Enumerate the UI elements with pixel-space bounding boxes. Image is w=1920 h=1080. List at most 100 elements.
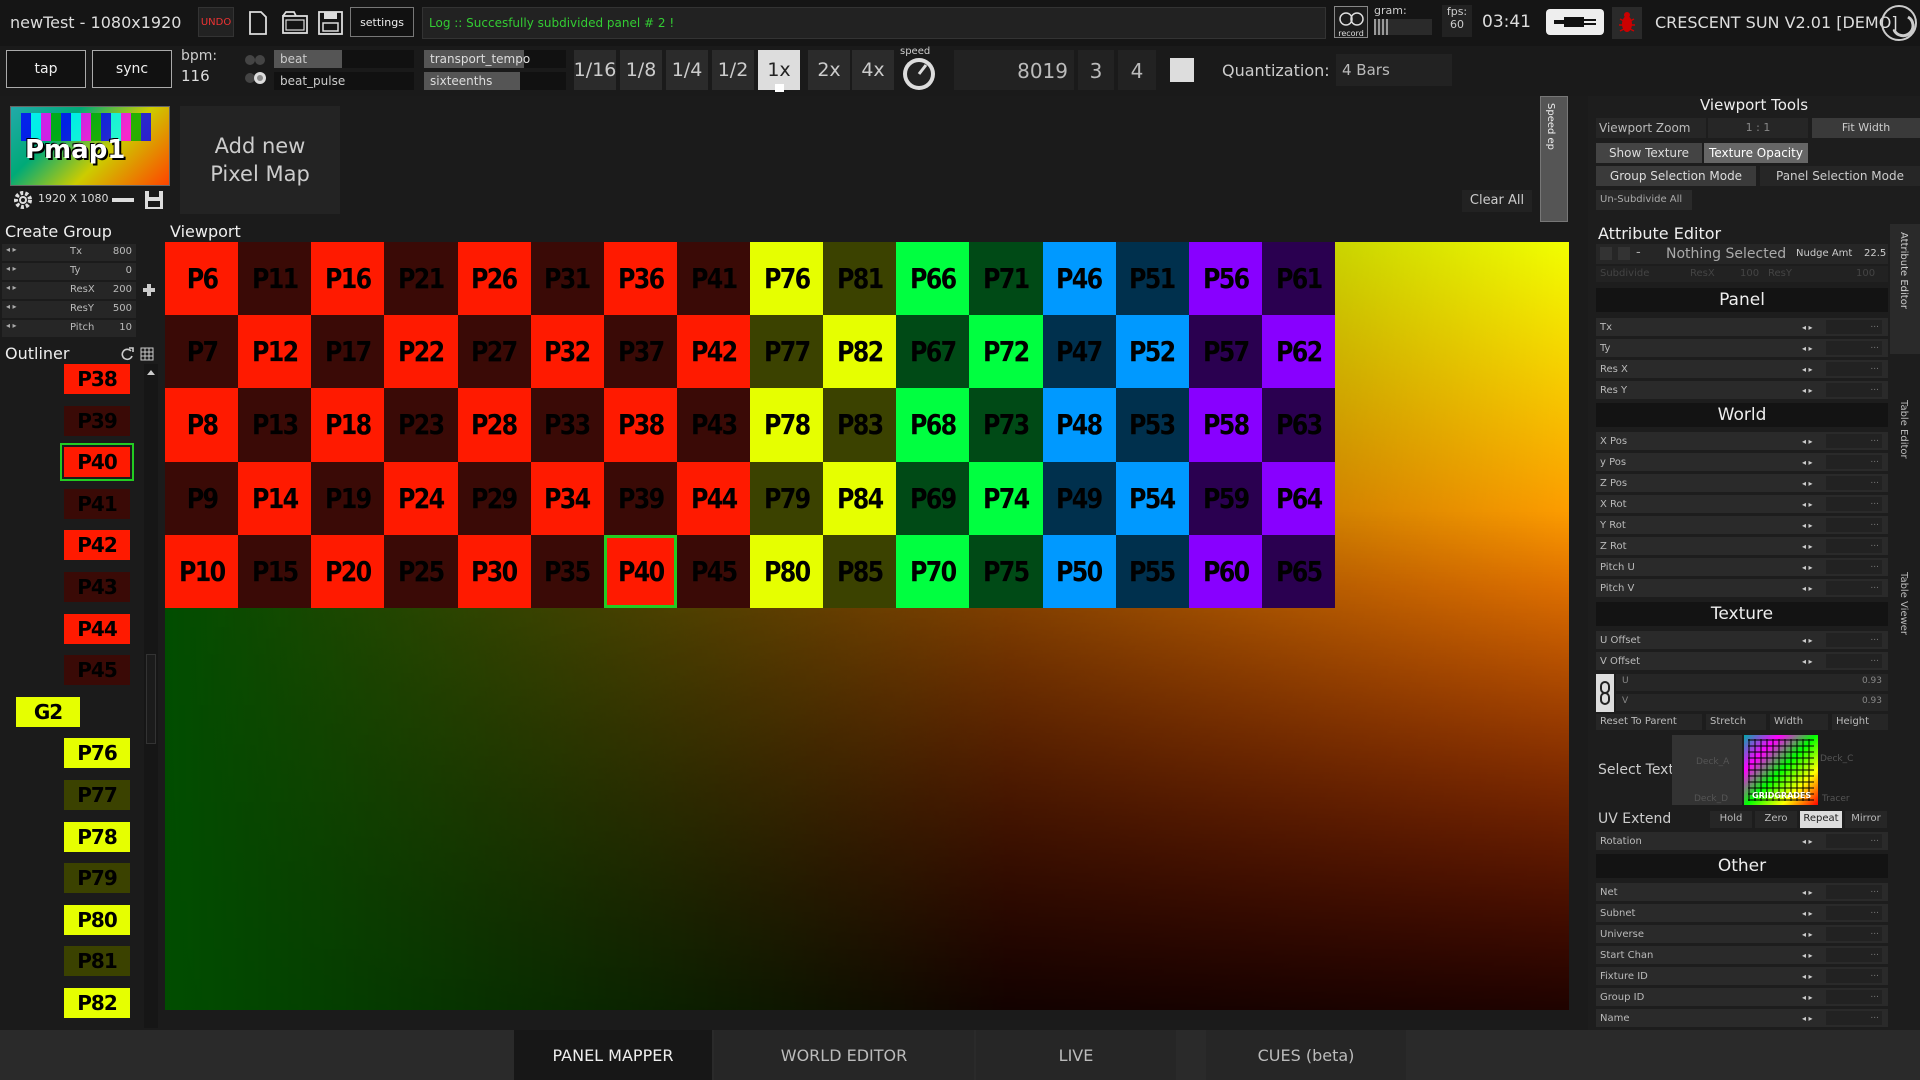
outliner-panel-item[interactable]: P82 xyxy=(64,988,130,1018)
clear-all-button[interactable]: Clear All xyxy=(1462,190,1532,212)
settings-button[interactable]: settings xyxy=(350,7,414,37)
panel-cell[interactable]: P10 xyxy=(165,534,239,608)
attr-arrows-icon[interactable]: ◂ ▸ xyxy=(1802,951,1813,960)
attr-row-pitch-v[interactable]: Pitch V ◂ ▸... xyxy=(1596,579,1888,597)
panel-cell[interactable]: P21 xyxy=(384,242,458,316)
attr-arrows-icon[interactable]: ◂ ▸ xyxy=(1802,563,1813,572)
attr-arrows-icon[interactable]: ◂ ▸ xyxy=(1802,458,1813,467)
rotation-row[interactable]: Rotation ◂ ▸ ... xyxy=(1596,832,1888,850)
attr-arrows-icon[interactable]: ◂ ▸ xyxy=(1802,479,1813,488)
attr-arrows-icon[interactable]: ◂ ▸ xyxy=(1802,521,1813,530)
attr-value[interactable]: ... xyxy=(1826,633,1882,647)
create-group-field-pitch[interactable]: ◂ ▸ Pitch 10 xyxy=(2,320,136,337)
attr-row-group-id[interactable]: Group ID ◂ ▸... xyxy=(1596,988,1888,1006)
gear-icon[interactable] xyxy=(10,188,38,212)
panel-cell[interactable]: P69 xyxy=(896,461,970,535)
panel-cell[interactable]: P67 xyxy=(896,315,970,389)
tab-live[interactable]: LIVE xyxy=(976,1030,1176,1080)
tap-button[interactable]: tap xyxy=(6,50,86,88)
attr-row-pitch-u[interactable]: Pitch U ◂ ▸... xyxy=(1596,558,1888,576)
outliner-panel-item[interactable]: P76 xyxy=(64,738,130,769)
division-button-5[interactable]: 2x xyxy=(808,50,850,90)
refresh-icon[interactable] xyxy=(120,346,134,361)
field-value[interactable]: 800 xyxy=(113,246,132,257)
field-value[interactable]: 500 xyxy=(113,303,132,314)
outliner-scrollbar[interactable] xyxy=(144,364,158,1028)
attr-row-x-rot[interactable]: X Rot ◂ ▸... xyxy=(1596,495,1888,513)
attr-arrows-icon[interactable]: ◂ ▸ xyxy=(1802,1014,1813,1023)
panel-cell[interactable]: P40 xyxy=(603,534,677,608)
outliner-panel-item[interactable]: P44 xyxy=(64,613,130,644)
panel-cell[interactable]: P11 xyxy=(238,242,312,316)
attr-value[interactable]: ... xyxy=(1826,341,1882,355)
show-texture-button[interactable]: Show Texture xyxy=(1596,143,1702,163)
panel-cell[interactable]: P27 xyxy=(457,315,531,389)
panel-cell[interactable]: P52 xyxy=(1115,315,1189,389)
sync-button[interactable]: sync xyxy=(92,50,172,88)
attr-arrows-icon[interactable]: ◂ ▸ xyxy=(1802,344,1813,353)
division-button-0[interactable]: 1/16 xyxy=(574,50,616,90)
viewport-zoom-field[interactable]: 1 : 1 xyxy=(1708,118,1808,138)
attr-row-z-rot[interactable]: Z Rot ◂ ▸... xyxy=(1596,537,1888,555)
attr-row-x-pos[interactable]: X Pos ◂ ▸... xyxy=(1596,432,1888,450)
panel-cell[interactable]: P24 xyxy=(384,461,458,535)
tab-panel-mapper[interactable]: PANEL MAPPER xyxy=(514,1030,712,1080)
division-button-1[interactable]: 1/8 xyxy=(620,50,662,90)
attr-value[interactable]: ... xyxy=(1826,497,1882,511)
attr-value[interactable]: ... xyxy=(1826,885,1882,899)
attr-row-z-pos[interactable]: Z Pos ◂ ▸... xyxy=(1596,474,1888,492)
stop-button[interactable] xyxy=(1170,58,1194,82)
attr-value[interactable]: ... xyxy=(1826,1011,1882,1025)
attr-row-subnet[interactable]: Subnet ◂ ▸... xyxy=(1596,904,1888,922)
outliner-panel-item[interactable]: P39 xyxy=(64,405,130,436)
field-arrows-icon[interactable]: ◂ ▸ xyxy=(6,264,17,273)
nudge-value[interactable]: 22.5 xyxy=(1864,248,1886,259)
field-arrows-icon[interactable]: ◂ ▸ xyxy=(6,245,17,254)
rotation-arrows-icon[interactable]: ◂ ▸ xyxy=(1802,837,1813,846)
uv-extend-mirror[interactable]: Mirror xyxy=(1845,811,1887,828)
attr-arrows-icon[interactable]: ◂ ▸ xyxy=(1802,972,1813,981)
attr-value[interactable]: ... xyxy=(1826,320,1882,334)
outliner-panel-item[interactable]: P81 xyxy=(64,946,130,977)
fit-button-width[interactable]: Width xyxy=(1770,714,1828,730)
attr-arrows-icon[interactable]: ◂ ▸ xyxy=(1802,636,1813,645)
attr-value[interactable]: ... xyxy=(1826,434,1882,448)
attr-arrows-icon[interactable]: ◂ ▸ xyxy=(1802,909,1813,918)
uv-extend-zero[interactable]: Zero xyxy=(1755,811,1797,828)
rotation-value[interactable]: ... xyxy=(1826,834,1882,848)
panel-cell[interactable]: P42 xyxy=(676,315,750,389)
outliner-panel-item[interactable]: P40 xyxy=(60,443,134,482)
panel-cell[interactable]: P30 xyxy=(457,534,531,608)
link-icon[interactable] xyxy=(1596,674,1614,712)
create-group-field-resx[interactable]: ◂ ▸ ResX 200 xyxy=(2,282,136,299)
outliner-panel-item[interactable]: P79 xyxy=(64,863,130,894)
save-icon[interactable] xyxy=(316,9,346,37)
panel-cell[interactable]: P34 xyxy=(530,461,604,535)
minus-icon[interactable] xyxy=(112,198,134,202)
panel-cell[interactable]: P19 xyxy=(311,461,385,535)
panel-cell[interactable]: P12 xyxy=(238,315,312,389)
attribute-editor-side-tab[interactable]: Attribute Editor xyxy=(1890,224,1920,354)
attr-row-name[interactable]: Name ◂ ▸... xyxy=(1596,1009,1888,1027)
panel-cell[interactable]: P14 xyxy=(238,461,312,535)
create-group-field-resy[interactable]: ◂ ▸ ResY 500 xyxy=(2,301,136,318)
uv-extend-repeat[interactable]: Repeat xyxy=(1800,811,1842,828)
panel-cell[interactable]: P22 xyxy=(384,315,458,389)
grid-view-icon[interactable] xyxy=(140,346,154,361)
panel-cell[interactable]: P38 xyxy=(603,388,677,462)
bug-icon[interactable] xyxy=(1612,7,1642,39)
panel-cell[interactable]: P76 xyxy=(750,242,824,316)
panel-cell[interactable]: P62 xyxy=(1261,315,1335,389)
attr-value[interactable]: ... xyxy=(1826,581,1882,595)
speed-knob[interactable] xyxy=(901,56,937,92)
table-viewer-side-tab[interactable]: Table Viewer xyxy=(1890,568,1920,648)
field-arrows-icon[interactable]: ◂ ▸ xyxy=(6,302,17,311)
table-editor-side-tab[interactable]: Table Editor xyxy=(1890,396,1920,476)
pixel-map-thumbnail[interactable]: Pmap1 xyxy=(10,106,170,186)
field-value[interactable]: 0 xyxy=(126,265,132,276)
panel-cell[interactable]: P79 xyxy=(750,461,824,535)
attr-value[interactable]: ... xyxy=(1826,906,1882,920)
attr-row-y-rot[interactable]: Y Rot ◂ ▸... xyxy=(1596,516,1888,534)
panel-cell[interactable]: P70 xyxy=(896,534,970,608)
division-button-2[interactable]: 1/4 xyxy=(666,50,708,90)
